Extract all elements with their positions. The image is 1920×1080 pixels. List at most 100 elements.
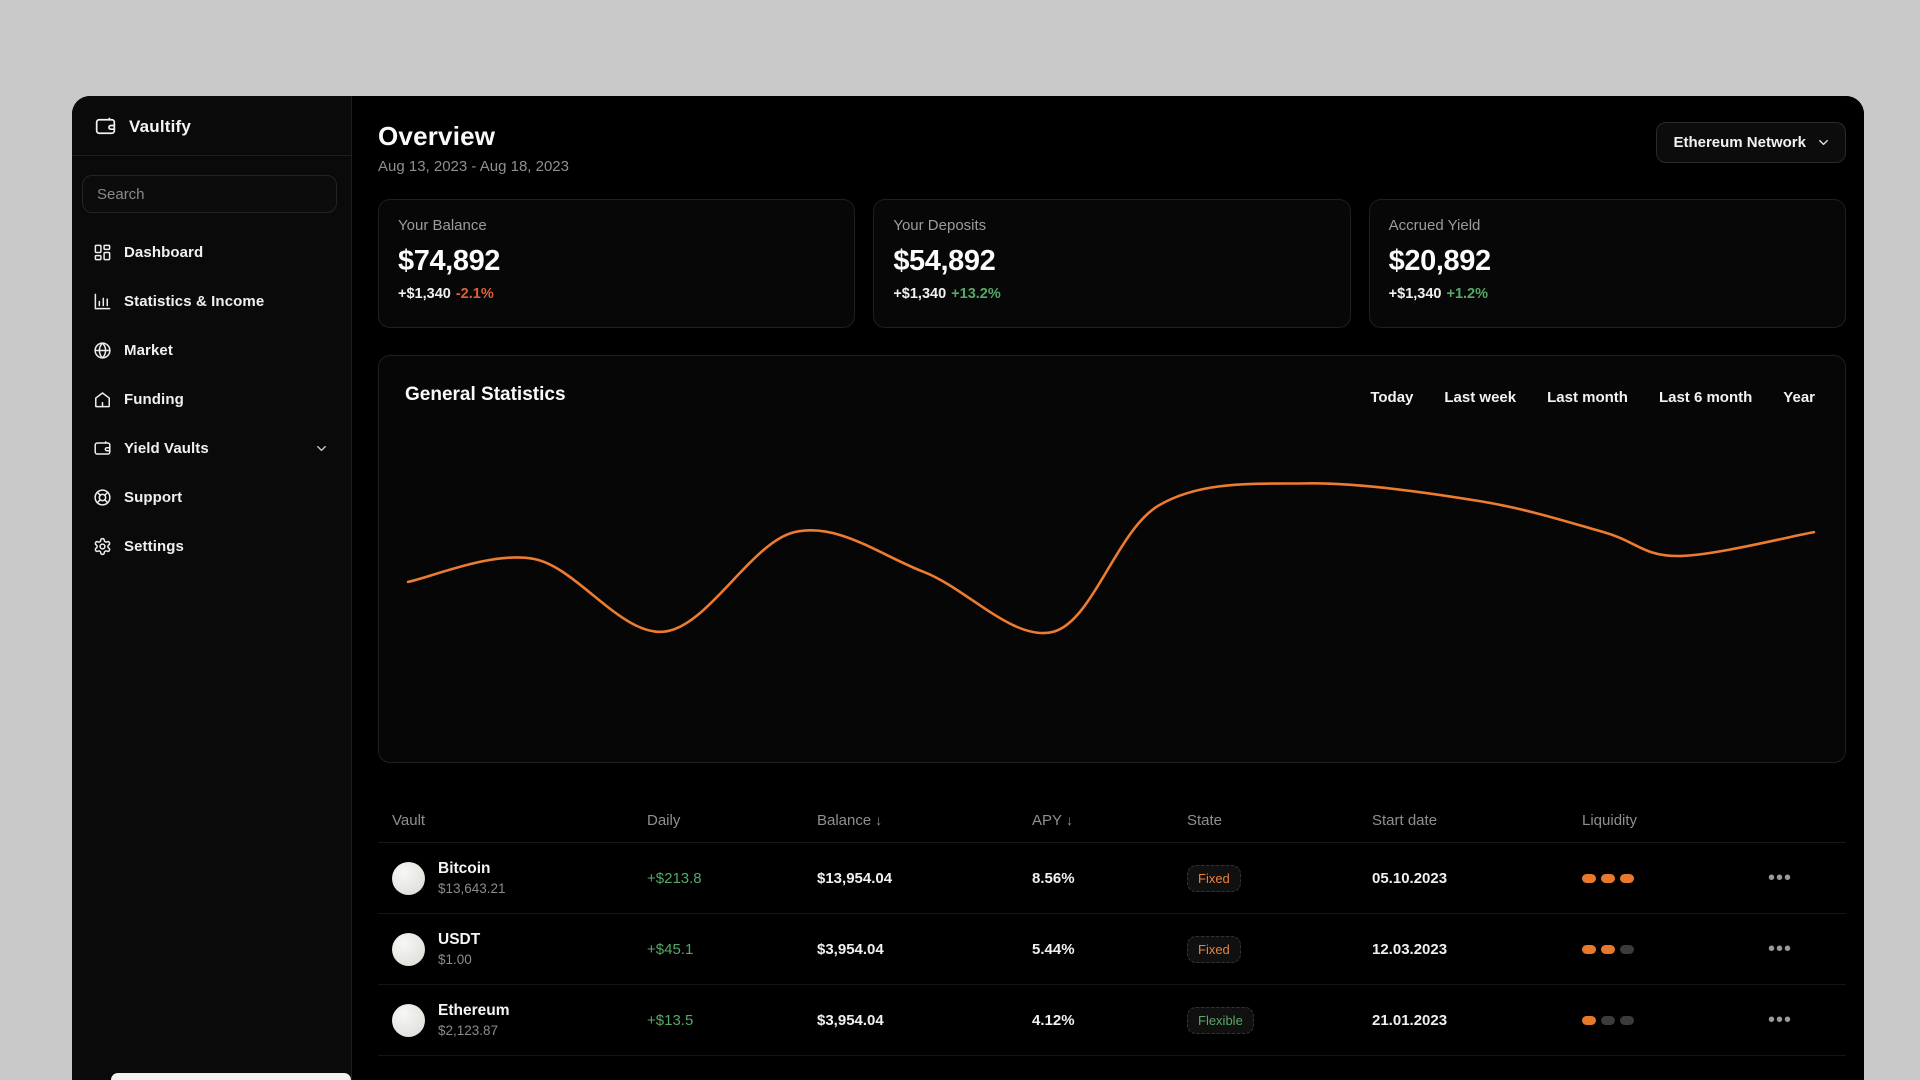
vault-cell: USDT $1.00	[378, 931, 633, 967]
table-row-usdt[interactable]: USDT $1.00 +$45.1 $3,954.04 5.44% Fixed …	[378, 914, 1846, 985]
column-daily[interactable]: Daily	[633, 812, 803, 829]
sort-descending-icon[interactable]: ↓	[875, 812, 882, 828]
apy-value: 4.12%	[1032, 1011, 1075, 1029]
sidebar-item-label: Market	[124, 341, 173, 359]
row-menu-button[interactable]: •••	[1748, 1009, 1846, 1032]
stat-card-value: $74,892	[398, 245, 501, 277]
start-date: 12.03.2023	[1372, 940, 1448, 958]
sidebar-nav: Dashboard Statistics & Income Market Fun…	[72, 230, 351, 568]
app-name: Vaultify	[129, 116, 192, 136]
stat-card-change: +$1,340 -2.1%	[398, 286, 835, 302]
stat-cards-row: Your Balance $74,892 +$1,340 -2.1% Your D…	[378, 199, 1846, 328]
balance-value: $3,954.04	[817, 940, 884, 958]
stat-card-change: +$1,340 +1.2%	[1389, 286, 1826, 302]
stat-card-label: Your Deposits	[893, 217, 987, 234]
column-vault[interactable]: Vault	[378, 812, 633, 829]
change-percent: -2.1%	[455, 286, 494, 302]
sidebar-item-funding[interactable]: Funding	[72, 377, 351, 421]
sidebar-divider	[72, 155, 351, 156]
liquidity-cell	[1568, 873, 1748, 883]
vault-name: Bitcoin	[438, 860, 491, 877]
change-amount: +$1,340	[893, 286, 947, 302]
liquidity-indicator	[1582, 1015, 1748, 1025]
table-header-row: Vault Daily Balance ↓ APY ↓ State Start da…	[378, 799, 1846, 843]
vault-price: $13,643.21	[438, 881, 506, 896]
sidebar-item-label: Yield Vaults	[124, 439, 209, 457]
column-start-date[interactable]: Start date	[1358, 812, 1568, 829]
home-icon	[92, 389, 112, 409]
globe-icon	[92, 340, 112, 360]
table-row-ethereum[interactable]: Ethereum $2,123.87 +$13.5 $3,954.04 4.12…	[378, 985, 1846, 1056]
sidebar-item-statistics-income[interactable]: Statistics & Income	[72, 279, 351, 323]
search-box[interactable]	[82, 175, 337, 213]
app-window: Vaultify Dashboard Statistics & Income M…	[72, 96, 1864, 1080]
vault-cell: Bitcoin $13,643.21	[378, 860, 633, 896]
column-apy[interactable]: APY ↓	[1018, 812, 1173, 829]
change-percent: +13.2%	[951, 286, 1001, 302]
state-cell: Fixed	[1173, 864, 1358, 892]
network-selector-label: Ethereum Network	[1673, 134, 1806, 151]
column-state[interactable]: State	[1173, 812, 1358, 829]
state-cell: Flexible	[1173, 1006, 1358, 1034]
apy-value: 8.56%	[1032, 869, 1075, 887]
chevron-down-icon	[1819, 139, 1828, 146]
column-balance[interactable]: Balance ↓	[803, 812, 1018, 829]
apy-value: 5.44%	[1032, 940, 1075, 958]
vault-cell: Ethereum $2,123.87	[378, 1002, 633, 1038]
vault-price: $2,123.87	[438, 1023, 499, 1038]
stat-card-label: Your Balance	[398, 217, 487, 234]
stat-card-value: $54,892	[893, 245, 996, 277]
liquidity-cell	[1568, 944, 1748, 954]
vault-avatar	[392, 1003, 425, 1037]
gear-icon	[92, 536, 112, 556]
chart-bar-icon	[92, 291, 112, 311]
lifebuoy-icon	[92, 487, 112, 507]
state-badge: Fixed	[1187, 864, 1241, 892]
liquidity-cell	[1568, 1015, 1748, 1025]
sidebar-item-yield-vaults[interactable]: Yield Vaults	[72, 426, 351, 470]
sidebar-item-market[interactable]: Market	[72, 328, 351, 372]
liquidity-indicator	[1582, 873, 1748, 883]
stat-card-accrued-yield: Accrued Yield $20,892 +$1,340 +1.2%	[1368, 199, 1846, 328]
chevron-down-icon[interactable]	[314, 441, 329, 456]
stat-card-label: Accrued Yield	[1388, 217, 1481, 234]
sidebar-item-support[interactable]: Support	[72, 475, 351, 519]
start-date: 05.10.2023	[1372, 869, 1448, 887]
daily-change: +$13.5	[647, 1011, 694, 1029]
row-menu-button[interactable]: •••	[1748, 938, 1846, 961]
wallet-logo-icon	[95, 117, 116, 135]
liquidity-indicator	[1582, 944, 1748, 954]
change-amount: +$1,340	[398, 286, 451, 302]
network-selector-button[interactable]: Ethereum Network	[1656, 122, 1846, 163]
column-liquidity[interactable]: Liquidity	[1568, 812, 1748, 829]
state-cell: Fixed	[1173, 935, 1358, 963]
sidebar: Vaultify Dashboard Statistics & Income M…	[72, 96, 352, 1080]
state-badge: Fixed	[1187, 935, 1241, 963]
row-menu-button[interactable]: •••	[1748, 867, 1846, 890]
chart-line-series	[406, 482, 1816, 635]
vaults-table: Vault Daily Balance ↓ APY ↓ State Start da…	[378, 799, 1846, 1056]
stat-card-value: $20,892	[1388, 245, 1491, 277]
vault-name: USDT	[438, 931, 481, 948]
sort-descending-icon[interactable]: ↓	[1066, 812, 1073, 828]
sidebar-item-label: Statistics & Income	[124, 292, 265, 310]
balance-value: $3,954.04	[817, 1011, 884, 1029]
sidebar-item-settings[interactable]: Settings	[72, 524, 351, 568]
vault-name: Ethereum	[438, 1002, 510, 1019]
page-title: Overview	[378, 121, 496, 151]
stat-card-deposits: Your Deposits $54,892 +$1,340 +13.2%	[873, 199, 1351, 328]
change-amount: +$1,340	[1388, 286, 1442, 302]
table-row-bitcoin[interactable]: Bitcoin $13,643.21 +$213.8 $13,954.04 8.…	[378, 843, 1846, 914]
vault-avatar	[392, 932, 425, 966]
sidebar-item-label: Funding	[124, 390, 184, 408]
search-input[interactable]	[97, 185, 322, 203]
sidebar-item-label: Settings	[124, 537, 184, 555]
daily-change: +$213.8	[647, 869, 702, 887]
sidebar-bottom-card	[111, 1073, 351, 1080]
state-badge: Flexible	[1187, 1006, 1254, 1034]
stat-card-change: +$1,340 +13.2%	[893, 286, 1330, 302]
date-range: Aug 13, 2023 - Aug 18, 2023	[378, 158, 569, 175]
daily-change: +$45.1	[647, 940, 694, 958]
balance-value: $13,954.04	[817, 869, 893, 887]
sidebar-item-dashboard[interactable]: Dashboard	[72, 230, 351, 274]
